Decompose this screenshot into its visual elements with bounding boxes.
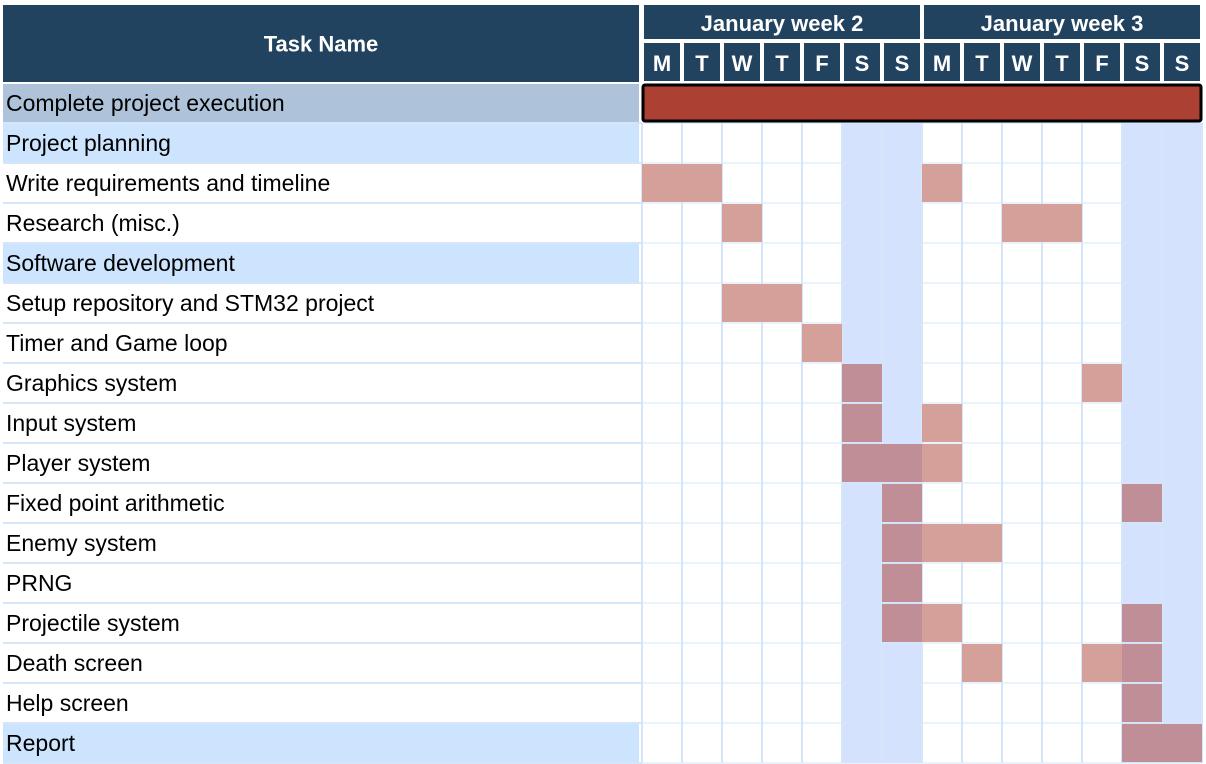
task-block [1042, 204, 1082, 242]
task-name: Graphics system [6, 370, 177, 396]
day-header-label: S [855, 51, 870, 76]
task-block [842, 364, 882, 402]
task-block [1122, 684, 1162, 722]
day-header-label: W [1012, 51, 1033, 76]
task-row-bg [3, 724, 639, 762]
task-block [882, 484, 922, 522]
task-row-bg [3, 564, 639, 602]
task-block [842, 404, 882, 442]
task-block [922, 444, 962, 482]
task-block [682, 164, 722, 202]
day-header-label: T [975, 51, 989, 76]
week-header-label: January week 2 [701, 11, 864, 36]
task-block [722, 284, 762, 322]
task-block [1082, 364, 1122, 402]
task-name: Write requirements and timeline [6, 170, 330, 196]
task-name: Input system [6, 410, 136, 436]
task-block [922, 404, 962, 442]
day-header-label: M [933, 51, 951, 76]
task-name: PRNG [6, 570, 72, 596]
gantt-chart: Task NameJanuary week 2M T W T F S SJanuary we… [3, 5, 1203, 764]
task-block [962, 524, 1002, 562]
task-block [882, 444, 922, 482]
task-name: Death screen [6, 650, 143, 676]
task-block [1122, 724, 1162, 762]
task-name: Project planning [6, 130, 171, 156]
task-name: Help screen [6, 690, 129, 716]
day-header-label: T [1055, 51, 1069, 76]
task-name: Software development [6, 250, 235, 276]
task-name: Complete project execution [6, 90, 285, 116]
task-block [1082, 644, 1122, 682]
day-header-label: F [1095, 51, 1108, 76]
task-block [1162, 724, 1202, 762]
task-block [1122, 484, 1162, 522]
summary-bar [641, 83, 1203, 123]
task-name: Research (misc.) [6, 210, 180, 236]
task-name: Report [6, 730, 76, 756]
task-block [922, 524, 962, 562]
task-block [1002, 204, 1042, 242]
task-block [762, 284, 802, 322]
task-block [962, 644, 1002, 682]
task-block [882, 524, 922, 562]
task-name-header-label: Task Name [264, 32, 379, 57]
task-name: Setup repository and STM32 project [6, 290, 375, 316]
task-name: Projectile system [6, 610, 180, 636]
task-block [1122, 604, 1162, 642]
week-header-label: January week 3 [981, 11, 1144, 36]
task-block [722, 204, 762, 242]
task-name: Fixed point arithmetic [6, 490, 225, 516]
day-header-label: T [695, 51, 709, 76]
day-header-label: M [653, 51, 671, 76]
task-block [802, 324, 842, 362]
day-header-label: F [815, 51, 828, 76]
day-header-label: T [775, 51, 789, 76]
day-header-label: S [1175, 51, 1190, 76]
task-block [922, 604, 962, 642]
day-header-label: W [732, 51, 753, 76]
task-block [922, 164, 962, 202]
task-block [1122, 644, 1162, 682]
day-header-label: S [1135, 51, 1150, 76]
task-name: Enemy system [6, 530, 157, 556]
task-block [842, 444, 882, 482]
task-name: Timer and Game loop [6, 330, 228, 356]
task-block [882, 604, 922, 642]
day-header-label: S [895, 51, 910, 76]
task-block [882, 564, 922, 602]
task-name: Player system [6, 450, 150, 476]
task-block [642, 164, 682, 202]
